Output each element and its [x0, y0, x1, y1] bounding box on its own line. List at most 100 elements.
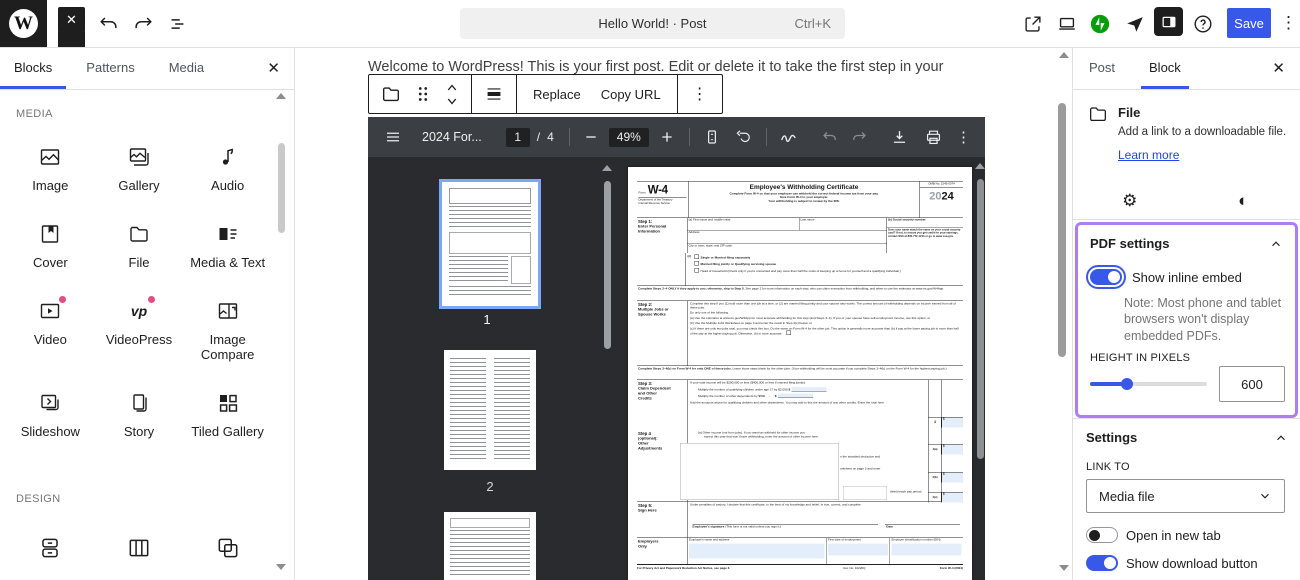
pdf-body: 1 2 Form	[368, 157, 985, 580]
file-block-icon[interactable]	[375, 76, 407, 112]
block-item-image-compare[interactable]: Image Compare	[183, 289, 272, 367]
height-value-input[interactable]	[1219, 366, 1285, 402]
settings-sidebar-toggle[interactable]	[1154, 7, 1183, 36]
settings-panel-divider	[1073, 418, 1300, 419]
block-label: Story	[124, 425, 154, 440]
block-item-audio[interactable]: Audio	[183, 135, 272, 198]
w4-cb1: Single or Married filing separately	[701, 256, 751, 260]
block-item-story[interactable]: Story	[95, 381, 184, 444]
pdf-thumbnail-3[interactable]	[444, 512, 536, 580]
height-in-pixels-label: HEIGHT IN PIXELS	[1090, 352, 1190, 364]
undo-icon[interactable]	[97, 12, 121, 36]
redo-icon[interactable]	[131, 12, 155, 36]
save-button[interactable]: Save	[1227, 8, 1271, 38]
block-item-videopress[interactable]: vp VideoPress	[95, 289, 184, 367]
publicize-share-icon[interactable]	[1123, 12, 1147, 36]
block-settings-gear-icon[interactable]: ⚙	[1073, 183, 1187, 219]
w4-footer-cat: Cat. No. 10220Q	[843, 567, 918, 571]
pdf-thumbnail-1[interactable]	[439, 179, 541, 309]
pdf-thumbnail-2[interactable]	[444, 350, 536, 470]
w4-year-left: 20	[929, 190, 941, 203]
inserter-scrollbar[interactable]	[278, 143, 285, 233]
tab-media[interactable]: Media	[169, 47, 204, 89]
pdf-undo-icon[interactable]	[821, 128, 839, 146]
options-menu-icon[interactable]: ⋮	[1280, 11, 1297, 35]
block-styles-icon[interactable]: ◐	[1187, 183, 1300, 219]
gallery-icon	[127, 145, 151, 169]
pdf-print-icon[interactable]	[924, 128, 943, 147]
block-item-tiled-gallery[interactable]: Tiled Gallery	[183, 381, 272, 444]
pdf-more-icon[interactable]: ⋮	[956, 128, 971, 146]
zoom-out-icon[interactable]	[583, 129, 599, 145]
fit-to-page-icon[interactable]	[703, 128, 721, 146]
wordpress-logo[interactable]: W	[0, 0, 47, 47]
close-inserter-button[interactable]: ✕	[58, 7, 85, 33]
show-download-toggle[interactable]	[1086, 555, 1118, 571]
buttons-block-icon[interactable]	[37, 535, 63, 561]
tab-block[interactable]: Block	[1149, 47, 1181, 89]
open-new-tab-toggle[interactable]	[1086, 527, 1118, 543]
view-post-icon[interactable]	[1021, 12, 1045, 36]
pdf-redo-icon[interactable]	[850, 128, 868, 146]
learn-more-link[interactable]: Learn more	[1118, 148, 1179, 162]
move-down-icon[interactable]	[443, 95, 461, 109]
block-card-title: File	[1118, 105, 1140, 120]
drag-handle-icon[interactable]	[407, 76, 439, 112]
columns-block-icon[interactable]	[126, 535, 152, 561]
copy-url-button[interactable]: Copy URL	[591, 87, 671, 102]
tab-blocks[interactable]: Blocks	[14, 47, 52, 89]
jetpack-icon[interactable]	[1088, 12, 1112, 36]
inserter-close-icon[interactable]: ✕	[267, 59, 280, 77]
pdf-page-input[interactable]: 1	[506, 128, 530, 147]
inserter-scroll-down-arrow[interactable]	[276, 564, 286, 570]
tab-post[interactable]: Post	[1089, 47, 1115, 89]
command-palette[interactable]: Hello World! · Post Ctrl+K	[460, 8, 845, 39]
show-inline-embed-row: Show inline embed	[1090, 269, 1242, 285]
canvas-scroll-down-arrow[interactable]	[1059, 565, 1069, 571]
thumbnail-2-number: 2	[440, 479, 540, 494]
block-label: Image	[32, 179, 68, 194]
preview-device-icon[interactable]	[1055, 12, 1079, 36]
block-item-media-text[interactable]: Media & Text	[183, 212, 272, 275]
block-item-video[interactable]: Video	[6, 289, 95, 367]
block-item-image[interactable]: Image	[6, 135, 95, 198]
pdf-title: 2024 For...	[422, 130, 482, 144]
w4-step3-name: Claim Dependent and Other Credits	[638, 386, 671, 401]
pdf-download-icon[interactable]	[890, 128, 909, 147]
canvas-scrollbar[interactable]	[1058, 103, 1066, 357]
w4-checkbox	[695, 261, 700, 266]
pdf-zoom-level[interactable]: 49%	[609, 128, 649, 147]
height-slider-thumb[interactable]	[1121, 378, 1133, 390]
inserter-scroll-up-arrow[interactable]	[276, 93, 286, 99]
pdf-menu-icon[interactable]	[384, 128, 402, 146]
zoom-in-icon[interactable]	[659, 129, 675, 145]
pdf-settings-header[interactable]: PDF settings	[1090, 236, 1283, 251]
thumbs-scroll-up-arrow[interactable]	[602, 165, 612, 171]
list-view-icon[interactable]	[165, 12, 189, 36]
replace-button[interactable]: Replace	[523, 87, 591, 102]
annotate-icon[interactable]	[779, 127, 799, 147]
tab-patterns[interactable]: Patterns	[86, 47, 134, 89]
rotate-icon[interactable]	[735, 128, 753, 146]
block-item-slideshow[interactable]: Slideshow	[6, 381, 95, 444]
w4-form-page[interactable]: Form W-4 Department of the Treasury Inte…	[628, 167, 972, 580]
w4-c-mark: (c)	[688, 255, 692, 259]
link-to-select[interactable]: Media file	[1086, 479, 1285, 513]
align-icon[interactable]	[478, 76, 510, 112]
block-item-gallery[interactable]: Gallery	[95, 135, 184, 198]
page-scroll-up-arrow[interactable]	[975, 163, 985, 169]
group-block-icon[interactable]	[215, 535, 241, 561]
sidebar-close-icon[interactable]: ✕	[1272, 59, 1285, 77]
w4-form-id-cell: Form W-4 Department of the Treasury Inte…	[637, 182, 689, 218]
block-item-file[interactable]: File	[95, 212, 184, 275]
settings-header[interactable]: Settings	[1086, 430, 1288, 445]
help-icon[interactable]	[1191, 12, 1215, 36]
w4-amount-column	[928, 380, 964, 502]
show-inline-embed-toggle[interactable]	[1090, 269, 1122, 285]
thumbs-scrollbar[interactable]	[604, 181, 611, 349]
canvas-scroll-up-arrow[interactable]	[1059, 52, 1069, 58]
block-options-icon[interactable]: ⋮	[684, 76, 716, 112]
move-up-icon[interactable]	[443, 80, 461, 94]
page-scrollbar[interactable]	[977, 179, 984, 459]
block-item-cover[interactable]: Cover	[6, 212, 95, 275]
